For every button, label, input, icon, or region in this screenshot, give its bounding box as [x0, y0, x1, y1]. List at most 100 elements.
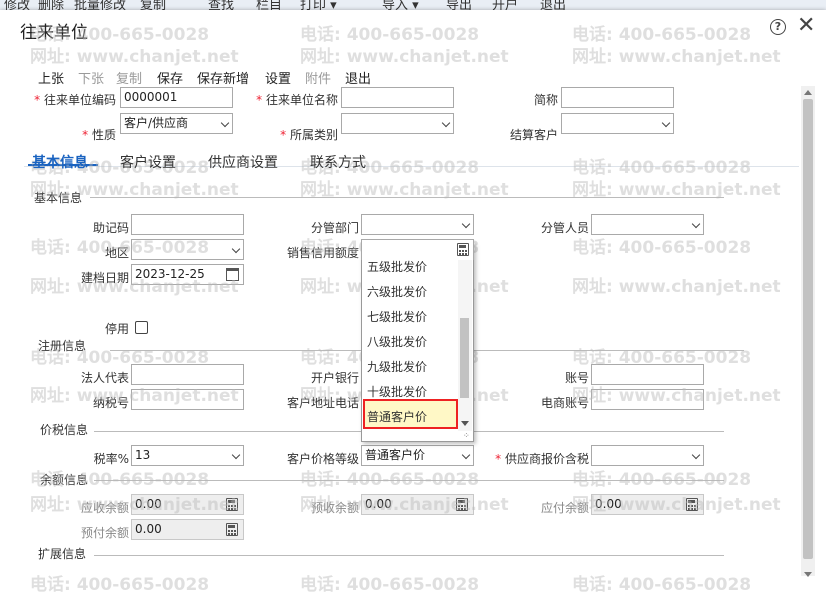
chevron-down-icon [441, 118, 451, 128]
dropdown-scroll-thumb[interactable] [460, 318, 469, 398]
tax-rate-value: 13 [135, 448, 151, 462]
chevron-down-icon [461, 450, 471, 460]
nature-select[interactable]: 客户/供应商 [120, 113, 233, 134]
section-balance: 余额信息 [40, 473, 89, 487]
scroll-down-icon[interactable] [804, 572, 812, 577]
toolbar-button[interactable]: 设置 [265, 68, 291, 87]
price-level-select[interactable]: 普通客户价 [361, 445, 474, 466]
supplier-tax-label: * 供应商报价含税 [495, 452, 589, 466]
dropdown-scroll-down-icon[interactable] [461, 421, 469, 426]
pre-pay-label: 预付余额 [80, 526, 129, 540]
tax-label: 纳税号 [92, 396, 129, 410]
category-select[interactable] [341, 113, 454, 134]
dropdown-option[interactable]: 五级批发价 [367, 258, 427, 275]
calculator-icon [686, 498, 698, 511]
dialog-title: 往来单位 [20, 23, 88, 43]
top-menu-item[interactable]: 批量修改 [74, 0, 126, 10]
top-menu-item[interactable]: 复制 [140, 0, 166, 10]
toolbar-button[interactable]: 保存 [157, 68, 183, 87]
calculator-icon [226, 523, 238, 536]
top-menu-item[interactable]: 退出 [540, 0, 566, 10]
dropdown-option[interactable]: 八级批发价 [367, 333, 427, 350]
name-label: * 往来单位名称 [256, 93, 338, 107]
pre-recv-balance-input: 0.00 [361, 494, 474, 515]
toolbar-button[interactable]: 退出 [345, 68, 371, 87]
short-name-input[interactable] [561, 87, 674, 108]
top-menu-item[interactable]: 导出 [446, 0, 472, 10]
dept-label: 分管部门 [310, 221, 359, 235]
toolbar-button[interactable]: 保存新增 [197, 68, 249, 87]
top-menu-item[interactable]: 开户 [492, 0, 518, 10]
toolbar-button: 复制 [116, 72, 143, 87]
dept-select[interactable] [361, 214, 474, 235]
close-icon[interactable]: ✕ [797, 14, 815, 38]
price-level-value: 普通客户价 [365, 448, 426, 462]
region-select[interactable] [131, 239, 244, 260]
account-label: 账号 [564, 371, 589, 385]
top-menu-item[interactable]: 打印 ▾ [300, 0, 337, 10]
toolbar-button[interactable]: 上张 [38, 68, 64, 87]
tab-1[interactable]: 客户设置 [120, 152, 176, 172]
pre-pay-value: 0.00 [135, 522, 162, 536]
ecom-account-input[interactable] [591, 389, 704, 410]
legal-rep-input[interactable] [131, 364, 244, 385]
ap-value: 0.00 [595, 497, 622, 511]
tab-3[interactable]: 联系方式 [310, 152, 366, 172]
code-input[interactable]: 0000001 [120, 87, 233, 108]
ap-balance-input: 0.00 [591, 494, 704, 515]
chevron-down-icon [220, 118, 230, 128]
memo-code-input[interactable] [131, 214, 244, 235]
ar-balance-input: 0.00 [131, 494, 244, 515]
tax-rate-select[interactable]: 13 [131, 445, 244, 466]
help-icon[interactable]: ? [770, 19, 786, 35]
date-label: 建档日期 [80, 271, 129, 285]
date-value: 2023-12-25 [135, 267, 205, 281]
memo-label: 助记码 [92, 221, 129, 235]
person-label: 分管人员 [540, 221, 589, 235]
tax-number-input[interactable] [131, 389, 244, 410]
credit-label: 销售信用额度 [286, 246, 359, 260]
calendar-icon[interactable] [226, 268, 239, 281]
dropdown-option[interactable]: 六级批发价 [367, 283, 427, 300]
top-menu-bar: 修改 删除 批量修改 复制 查找 栏目 打印 ▾ 导入 ▾ 导出 开户 退出 [0, 0, 826, 10]
resize-grip-icon[interactable]: ⁘ [463, 431, 470, 440]
top-menu-item[interactable]: 查找 [208, 0, 234, 10]
pre-recv-label: 预收余额 [310, 501, 359, 515]
scrollbar-thumb[interactable] [803, 99, 813, 559]
top-menu-item[interactable]: 修改 [4, 0, 30, 10]
chevron-down-icon [231, 450, 241, 460]
top-menu-item[interactable]: 删除 [38, 0, 64, 10]
settle-customer-select[interactable] [561, 113, 674, 134]
top-menu-item[interactable]: 导入 ▾ [382, 0, 419, 10]
top-menu-item[interactable]: 栏目 [256, 0, 282, 10]
date-input[interactable]: 2023-12-25 [131, 264, 244, 285]
scroll-up-icon[interactable] [804, 90, 812, 95]
pre-recv-value: 0.00 [365, 497, 392, 511]
dropdown-option[interactable]: 十级批发价 [367, 383, 427, 400]
name-input[interactable] [341, 87, 454, 108]
price-level-dropdown[interactable]: 五级批发价六级批发价七级批发价八级批发价九级批发价十级批发价普通客户价 ⁘ [361, 242, 474, 442]
dropdown-option[interactable]: 七级批发价 [367, 308, 427, 325]
chevron-down-icon [231, 244, 241, 254]
region-label: 地区 [104, 246, 129, 260]
credit-limit-field[interactable] [361, 239, 474, 260]
calculator-icon [457, 243, 469, 256]
tab-2[interactable]: 供应商设置 [208, 152, 278, 172]
account-input[interactable] [591, 364, 704, 385]
level-label: 客户价格等级 [286, 452, 359, 466]
supplier-tax-select[interactable] [591, 445, 704, 466]
dropdown-option[interactable]: 普通客户价 [367, 408, 427, 425]
calculator-icon [456, 498, 468, 511]
section-basic-info: 基本信息 [34, 191, 83, 205]
section-register-info: 注册信息 [38, 339, 87, 353]
nature-label: * 性质 [82, 128, 116, 142]
person-select[interactable] [591, 214, 704, 235]
divider [94, 480, 724, 481]
dropdown-option[interactable]: 九级批发价 [367, 358, 427, 375]
disable-label: 停用 [104, 322, 129, 336]
disable-checkbox[interactable] [135, 321, 148, 334]
section-ext: 扩展信息 [38, 547, 87, 561]
toolbar-button: 附件 [305, 72, 332, 87]
tab-0[interactable]: 基本信息 [32, 152, 88, 172]
nature-value: 客户/供应商 [124, 116, 189, 130]
